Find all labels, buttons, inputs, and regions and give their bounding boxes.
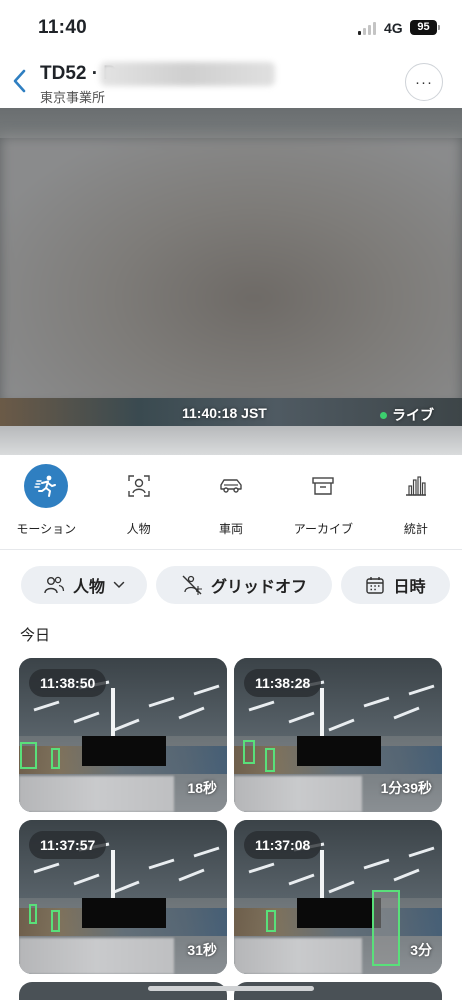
detection-box xyxy=(243,740,255,764)
camera-location: 東京事業所 xyxy=(40,90,106,105)
grid-toggle-label: グリッドオフ xyxy=(210,579,307,596)
event-duration: 18秒 xyxy=(187,780,217,796)
event-duration: 31秒 xyxy=(187,942,217,958)
event-card[interactable]: 11:38:28 1分39秒 xyxy=(234,658,442,812)
detection-box xyxy=(266,910,276,932)
more-button[interactable]: ··· xyxy=(405,63,443,101)
people-filter-chip[interactable]: 人物 xyxy=(21,566,147,604)
event-card[interactable]: 11:37:57 31秒 xyxy=(19,820,227,974)
event-time: 11:37:08 xyxy=(244,831,322,859)
detection-box xyxy=(372,890,400,966)
event-card[interactable]: 11:37:08 3分 xyxy=(234,820,442,974)
date-filter-chip[interactable]: 日時 xyxy=(341,566,450,604)
live-label: ライブ xyxy=(392,407,434,423)
calendar-icon xyxy=(366,577,385,594)
event-time: 11:37:57 xyxy=(29,831,107,859)
event-card[interactable]: 11:38:50 18秒 xyxy=(19,658,227,812)
stats-icon xyxy=(405,476,426,496)
tab-archive[interactable]: アーカイブ xyxy=(277,455,369,549)
filter-chips: 人物 グリッドオフ 日時 xyxy=(0,566,462,604)
status-bar: 11:40 4G 95 xyxy=(0,0,462,58)
person-icon xyxy=(127,475,150,497)
date-filter-label: 日時 xyxy=(393,579,426,596)
tab-motion-label: モーション xyxy=(16,522,77,536)
redacted-camera-name xyxy=(100,62,275,86)
event-duration: 3分 xyxy=(410,942,432,958)
detection-box xyxy=(51,748,60,769)
event-card[interactable] xyxy=(234,982,442,1000)
detection-box xyxy=(29,904,37,924)
section-header-today: 今日 xyxy=(20,627,51,644)
video-timestamp: 11:40:18 JST xyxy=(182,405,267,421)
back-button[interactable] xyxy=(4,64,34,98)
event-card[interactable] xyxy=(19,982,227,1000)
people-icon xyxy=(44,576,65,594)
grid-toggle-chip[interactable]: グリッドオフ xyxy=(156,566,332,604)
archive-icon xyxy=(312,477,335,495)
tab-vehicle-label: 車両 xyxy=(219,522,244,536)
event-time: 11:38:28 xyxy=(244,669,322,697)
tab-person-label: 人物 xyxy=(126,522,151,536)
tab-person[interactable]: 人物 xyxy=(92,455,184,549)
tab-archive-label: アーカイブ xyxy=(293,522,354,536)
chevron-left-icon xyxy=(13,69,26,93)
grid-off-icon xyxy=(182,575,202,595)
motion-icon xyxy=(34,475,57,497)
event-time: 11:38:50 xyxy=(29,669,107,697)
live-video[interactable]: 11:40:18 JST ライブ xyxy=(0,108,462,455)
status-time: 11:40 xyxy=(38,17,88,38)
detection-box xyxy=(51,910,60,932)
home-indicator xyxy=(148,986,314,991)
tab-motion[interactable]: モーション xyxy=(0,455,92,549)
more-horizontal-icon: ··· xyxy=(415,73,433,91)
battery-icon: 95 xyxy=(410,20,440,35)
chevron-down-icon xyxy=(113,581,125,589)
filter-tabs: モーション 人物 車両 アーカイブ 統計 xyxy=(0,455,462,550)
people-filter-label: 人物 xyxy=(72,579,105,596)
live-badge: ライブ xyxy=(380,405,434,425)
tab-vehicle[interactable]: 車両 xyxy=(185,455,277,549)
detection-box xyxy=(20,742,37,769)
tab-stats[interactable]: 統計 xyxy=(370,455,462,549)
detection-box xyxy=(265,748,275,772)
signal-icon xyxy=(358,22,376,35)
header: TD52 · D 東京事業所 ··· xyxy=(0,58,462,108)
network-type: 4G xyxy=(384,20,403,36)
event-duration: 1分39秒 xyxy=(380,780,432,796)
live-dot-icon xyxy=(380,411,387,419)
tab-stats-label: 統計 xyxy=(403,522,428,536)
vehicle-icon xyxy=(220,479,242,493)
